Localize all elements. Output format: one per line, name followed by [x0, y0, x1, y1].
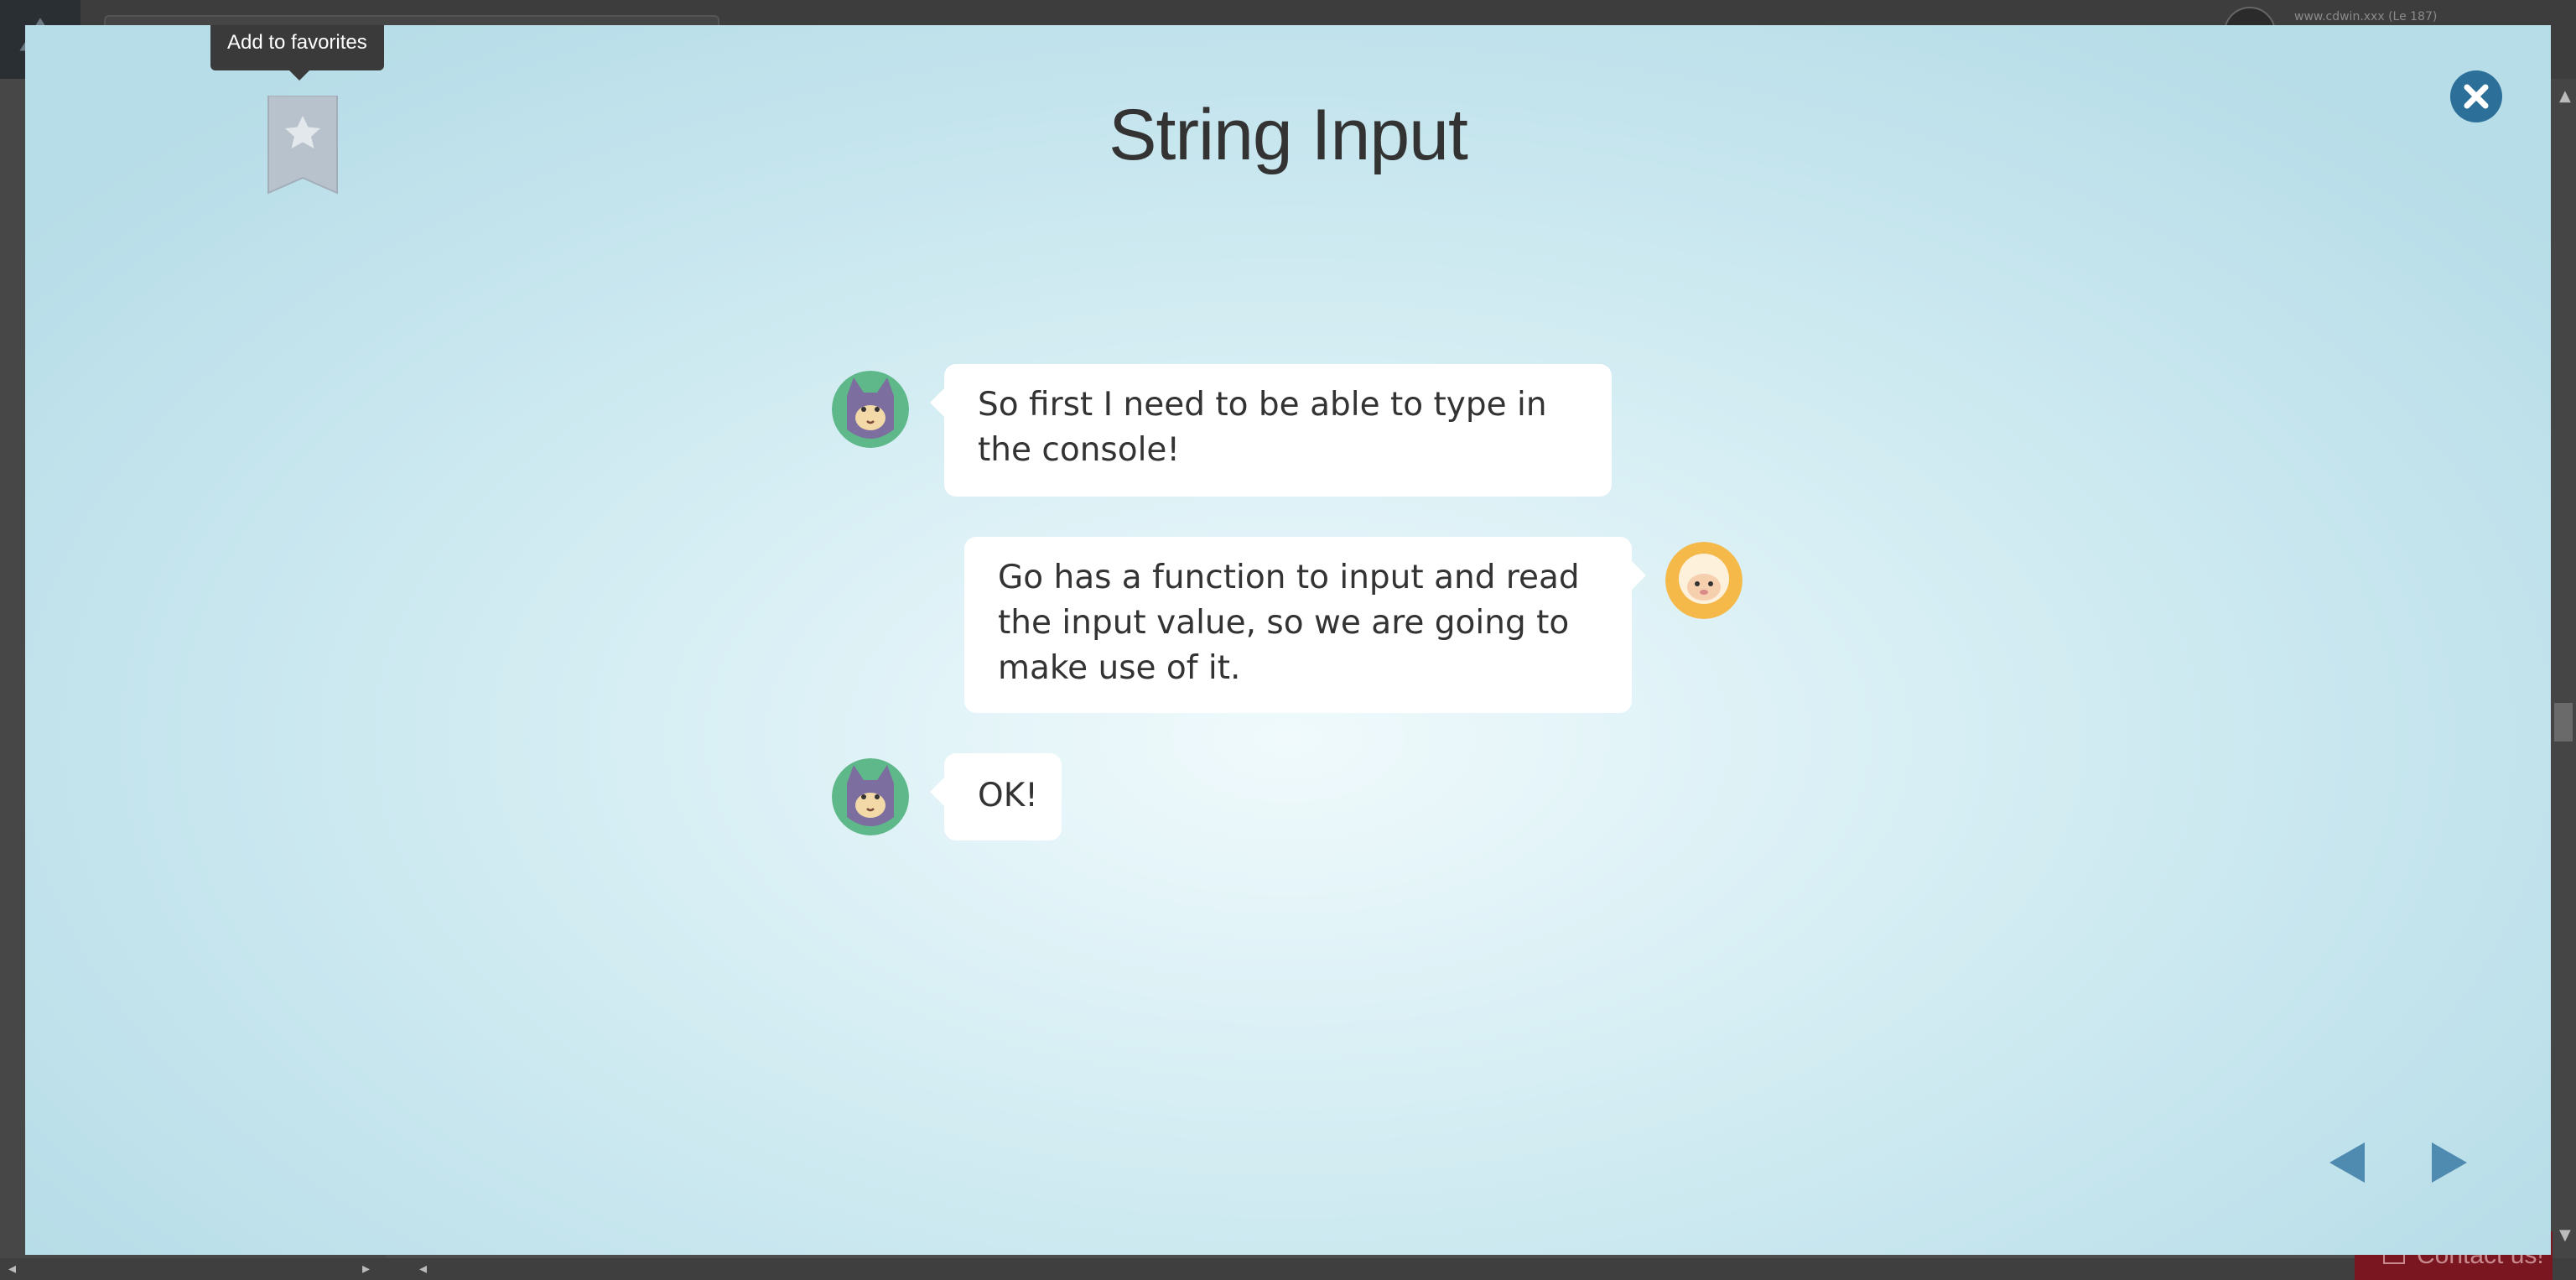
- scrollbar-thumb[interactable]: [2554, 703, 2573, 741]
- arrow-left-icon: [2329, 1142, 2365, 1183]
- next-button[interactable]: [2430, 1141, 2469, 1188]
- message-text: So first I need to be able to type in th…: [978, 386, 1547, 469]
- cat-character-icon: [832, 758, 909, 835]
- scroll-left-icon[interactable]: ◂: [8, 1260, 16, 1277]
- arrow-right-icon: [2432, 1142, 2467, 1183]
- bottom-scrollbar[interactable]: ◂ ▸ ◂: [0, 1258, 2576, 1280]
- chat-bubble: Go has a function to input and read the …: [964, 537, 1632, 713]
- modal-title: String Input: [1109, 95, 1468, 175]
- message-text: Go has a function to input and read the …: [998, 559, 1580, 687]
- chat-bubble: So first I need to be able to type in th…: [944, 364, 1612, 497]
- close-button[interactable]: [2450, 70, 2502, 122]
- close-icon: [2464, 84, 2489, 109]
- scroll-down-icon[interactable]: ▼: [2559, 1226, 2571, 1244]
- sheep-avatar: [1665, 542, 1742, 619]
- favorite-tooltip: Add to favorites: [210, 25, 384, 81]
- cat-avatar: [832, 758, 909, 835]
- scroll-up-icon[interactable]: ▲: [2559, 87, 2571, 105]
- chat-bubble: OK!: [944, 753, 1062, 840]
- scrollbar[interactable]: [2551, 79, 2576, 1270]
- sheep-character-icon: [1665, 542, 1742, 619]
- user-name: www.cdwin.xxx (Le 187): [2294, 10, 2438, 23]
- scroll-right-icon[interactable]: ▸: [362, 1260, 370, 1277]
- cat-avatar: [832, 371, 909, 448]
- previous-button[interactable]: [2328, 1141, 2366, 1188]
- lesson-modal: Add to favorites String Input So first I…: [25, 25, 2551, 1255]
- message-text: OK!: [978, 777, 1038, 814]
- scroll-left-icon[interactable]: ◂: [419, 1260, 427, 1277]
- cat-character-icon: [832, 371, 909, 448]
